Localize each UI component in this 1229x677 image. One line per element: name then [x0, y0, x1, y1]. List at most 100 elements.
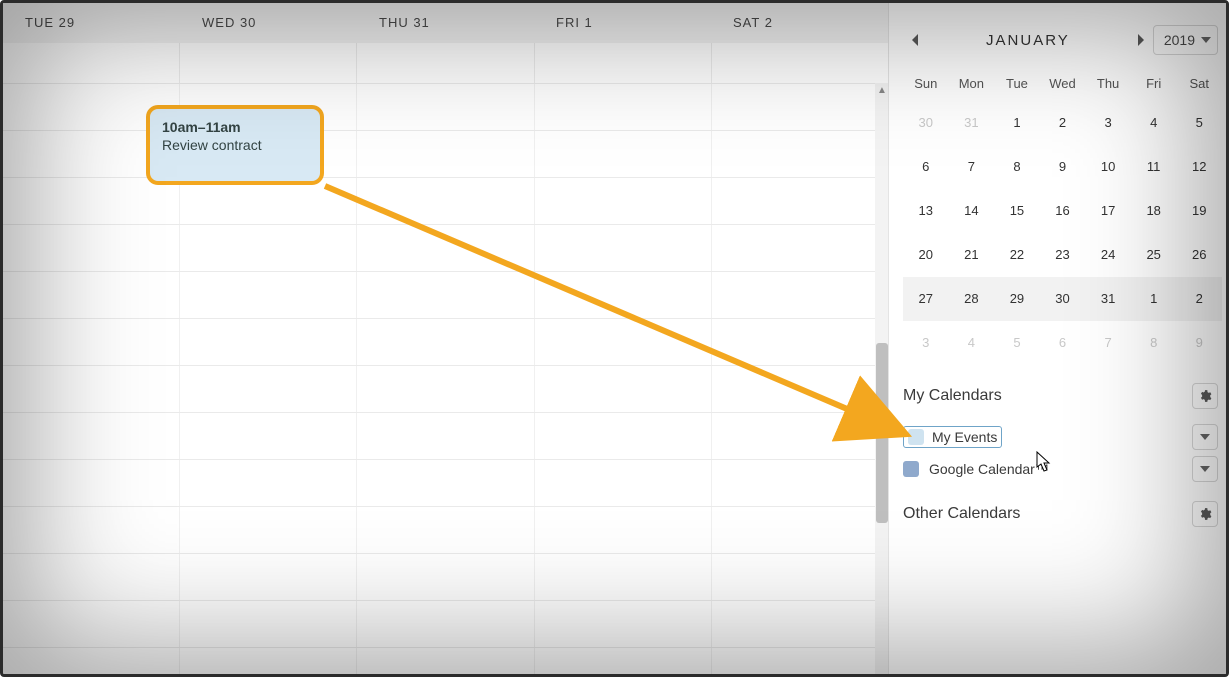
time-slot[interactable]: [3, 413, 180, 459]
mini-day[interactable]: 4: [949, 321, 995, 365]
time-slot[interactable]: [180, 272, 357, 318]
time-slot[interactable]: [357, 507, 534, 553]
time-slot[interactable]: [712, 131, 888, 177]
calendar-options-dropdown[interactable]: [1192, 456, 1218, 482]
mini-day[interactable]: 13: [903, 189, 949, 233]
mini-day[interactable]: 23: [1040, 233, 1086, 277]
time-slot[interactable]: [357, 601, 534, 647]
time-slot[interactable]: [535, 601, 712, 647]
time-slot[interactable]: [180, 648, 357, 677]
time-slot[interactable]: [357, 84, 534, 130]
time-slot[interactable]: [712, 225, 888, 271]
mini-day[interactable]: 16: [1040, 189, 1086, 233]
mini-day[interactable]: 6: [903, 145, 949, 189]
time-slot[interactable]: [357, 178, 534, 224]
time-slot[interactable]: [180, 554, 357, 600]
mini-day[interactable]: 17: [1085, 189, 1131, 233]
mini-day[interactable]: 15: [994, 189, 1040, 233]
time-slot[interactable]: [712, 84, 888, 130]
time-slot[interactable]: [712, 554, 888, 600]
mini-day[interactable]: 2: [1040, 101, 1086, 145]
time-slot[interactable]: [180, 225, 357, 271]
mini-day[interactable]: 29: [994, 277, 1040, 321]
event-card[interactable]: 10am–11am Review contract: [146, 105, 324, 185]
time-slot[interactable]: [3, 460, 180, 506]
time-slot[interactable]: [180, 366, 357, 412]
time-slot[interactable]: [712, 319, 888, 365]
time-slot[interactable]: [3, 648, 180, 677]
mini-day[interactable]: 28: [949, 277, 995, 321]
mini-day[interactable]: 5: [994, 321, 1040, 365]
time-slot[interactable]: [3, 366, 180, 412]
mini-day[interactable]: 20: [903, 233, 949, 277]
mini-day[interactable]: 22: [994, 233, 1040, 277]
time-slot[interactable]: [535, 413, 712, 459]
time-slot[interactable]: [535, 507, 712, 553]
time-slot[interactable]: [180, 601, 357, 647]
mini-day[interactable]: 21: [949, 233, 995, 277]
time-slot[interactable]: [712, 460, 888, 506]
mini-day[interactable]: 7: [1085, 321, 1131, 365]
mini-day[interactable]: 9: [1040, 145, 1086, 189]
time-slot[interactable]: [712, 272, 888, 318]
time-slot[interactable]: [535, 225, 712, 271]
mini-day[interactable]: 18: [1131, 189, 1177, 233]
week-grid[interactable]: [3, 83, 888, 674]
calendar-options-dropdown[interactable]: [1192, 424, 1218, 450]
time-slot[interactable]: [357, 225, 534, 271]
time-slot[interactable]: [535, 131, 712, 177]
calendar-item[interactable]: Google Calendar™: [903, 453, 1218, 485]
time-slot[interactable]: [535, 319, 712, 365]
time-slot[interactable]: [180, 319, 357, 365]
mini-day[interactable]: 19: [1176, 189, 1222, 233]
time-slot[interactable]: [535, 554, 712, 600]
time-slot[interactable]: [535, 648, 712, 677]
time-slot[interactable]: [712, 366, 888, 412]
time-slot[interactable]: [712, 413, 888, 459]
mini-day[interactable]: 26: [1176, 233, 1222, 277]
mini-day[interactable]: 6: [1040, 321, 1086, 365]
mini-day[interactable]: 1: [1131, 277, 1177, 321]
time-slot[interactable]: [712, 601, 888, 647]
time-slot[interactable]: [357, 319, 534, 365]
year-select[interactable]: 2019: [1153, 25, 1218, 55]
time-slot[interactable]: [3, 507, 180, 553]
time-slot[interactable]: [357, 413, 534, 459]
mini-day[interactable]: 31: [949, 101, 995, 145]
scrollbar-thumb[interactable]: [876, 343, 888, 523]
time-slot[interactable]: [357, 272, 534, 318]
prev-month-button[interactable]: [903, 28, 927, 52]
time-slot[interactable]: [712, 507, 888, 553]
mini-day[interactable]: 8: [1131, 321, 1177, 365]
other-calendars-settings[interactable]: [1192, 501, 1218, 527]
mini-day[interactable]: 30: [903, 101, 949, 145]
time-slot[interactable]: [180, 460, 357, 506]
next-month-button[interactable]: [1129, 28, 1153, 52]
mini-day[interactable]: 30: [1040, 277, 1086, 321]
mini-day[interactable]: 14: [949, 189, 995, 233]
time-slot[interactable]: [180, 507, 357, 553]
mini-day[interactable]: 3: [1085, 101, 1131, 145]
time-slot[interactable]: [535, 84, 712, 130]
mini-day[interactable]: 3: [903, 321, 949, 365]
time-slot[interactable]: [535, 366, 712, 412]
mini-day[interactable]: 12: [1176, 145, 1222, 189]
scrollbar[interactable]: ▲: [875, 83, 889, 674]
time-slot[interactable]: [535, 460, 712, 506]
time-slot[interactable]: [712, 648, 888, 677]
time-slot[interactable]: [357, 648, 534, 677]
mini-day[interactable]: 27: [903, 277, 949, 321]
mini-day[interactable]: 1: [994, 101, 1040, 145]
mini-day[interactable]: 7: [949, 145, 995, 189]
mini-day[interactable]: 10: [1085, 145, 1131, 189]
time-slot[interactable]: [3, 554, 180, 600]
calendar-item[interactable]: My Events: [903, 421, 1218, 453]
mini-day[interactable]: 25: [1131, 233, 1177, 277]
time-slot[interactable]: [357, 131, 534, 177]
time-slot[interactable]: [180, 413, 357, 459]
mini-day[interactable]: 11: [1131, 145, 1177, 189]
time-slot[interactable]: [3, 225, 180, 271]
scroll-up-arrow[interactable]: ▲: [875, 83, 889, 99]
mini-day[interactable]: 31: [1085, 277, 1131, 321]
mini-day[interactable]: 9: [1176, 321, 1222, 365]
